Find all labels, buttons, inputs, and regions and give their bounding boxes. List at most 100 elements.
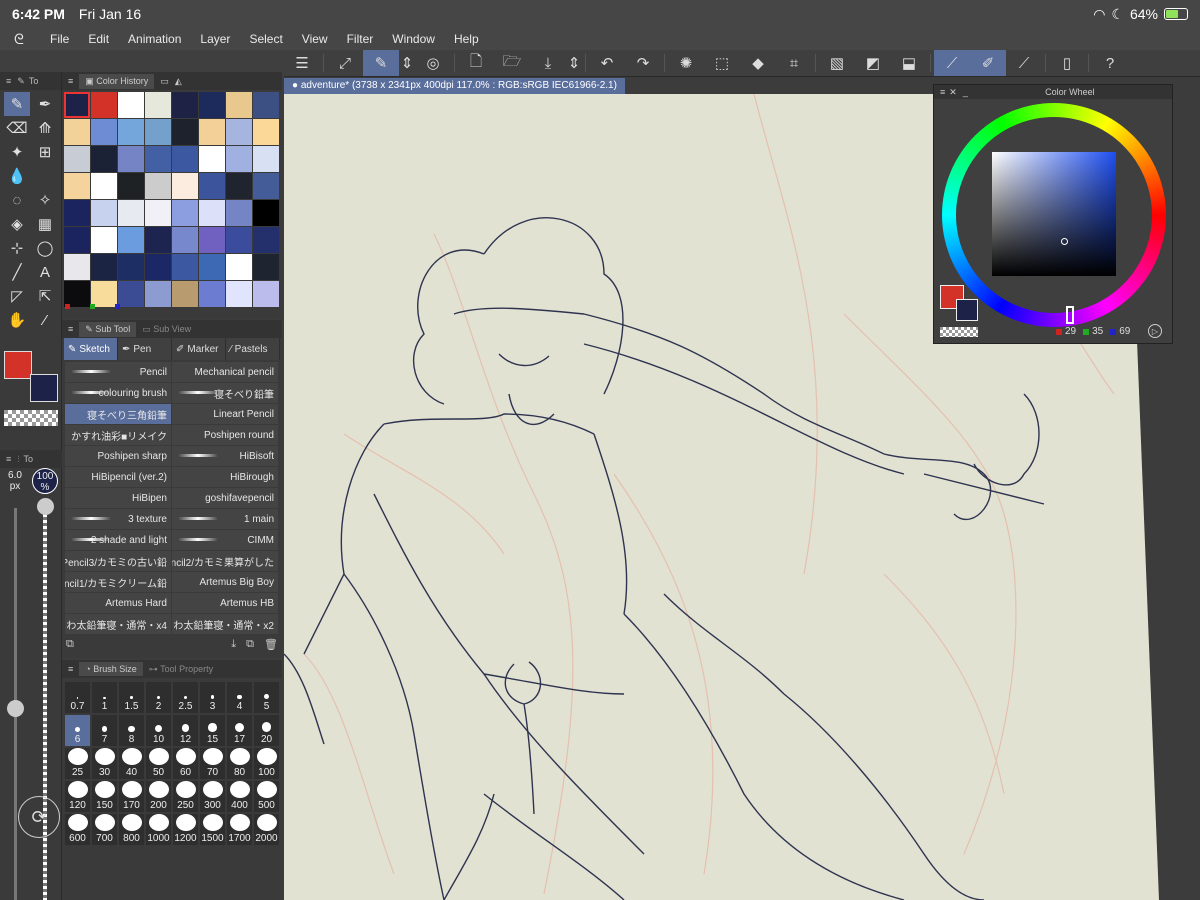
color-swatch[interactable] [226, 227, 252, 253]
line-tool-icon[interactable]: ╱ [4, 260, 30, 284]
magic-wand-icon[interactable]: ✧ [32, 188, 58, 212]
brush-item[interactable]: HiBisoft [172, 446, 278, 466]
tool-palette-tab[interactable]: ≡ ✎ To [0, 72, 61, 90]
color-swatch[interactable] [91, 200, 117, 226]
text-tool-icon[interactable]: A [32, 260, 58, 284]
color-swatch[interactable] [91, 227, 117, 253]
panel-menu-icon[interactable]: ≡ [940, 87, 945, 97]
color-swatch[interactable] [226, 173, 252, 199]
brush-size-option[interactable]: 2000 [254, 814, 279, 845]
color-swatch[interactable] [64, 227, 90, 253]
brush-size-option[interactable]: 600 [65, 814, 90, 845]
color-swatch[interactable] [91, 173, 117, 199]
brush-item[interactable]: かすれ油彩■リメイク [65, 425, 171, 445]
close-icon[interactable]: ✕ [949, 87, 957, 98]
color-swatch[interactable] [199, 200, 225, 226]
deselect-icon[interactable]: ▧ [819, 50, 855, 76]
brush-item[interactable]: よわ太鉛筆寝・通常・x2 [172, 614, 278, 634]
brush-size-option[interactable]: 60 [173, 748, 198, 779]
color-swatch[interactable] [253, 200, 279, 226]
brush-item[interactable]: Pencil2/カモミ果算がした [172, 551, 278, 571]
tab-brush-size[interactable]: ◔ Brush Size [79, 662, 143, 676]
brush-item[interactable]: Artemus Big Boy [172, 572, 278, 592]
download-icon[interactable]: ⤓ [231, 638, 236, 654]
sparkle-tool-icon[interactable]: ✦ [4, 140, 30, 164]
operation-tool-icon[interactable]: ⇱ [32, 284, 58, 308]
tab-sub-view[interactable]: ▭ Sub View [142, 324, 191, 335]
brush-size-option[interactable]: 2.5 [173, 682, 198, 713]
menu-file[interactable]: File [50, 32, 69, 46]
up-down-icon[interactable]: ⇕ [399, 50, 415, 76]
new-file-icon[interactable]: 🗋 [458, 50, 494, 76]
brush-size-readout[interactable]: 6.0 px [2, 470, 28, 492]
brush-size-option[interactable]: 150 [92, 781, 117, 812]
loading-icon[interactable]: ✺ [668, 50, 704, 76]
color-swatch[interactable] [145, 146, 171, 172]
panel-menu-icon[interactable]: ≡ [68, 324, 73, 334]
color-swatch[interactable] [226, 92, 252, 118]
color-swatch[interactable] [64, 254, 90, 280]
edge-keyboard-icon[interactable]: ⟳ [18, 796, 60, 838]
brush-size-option[interactable]: 1000 [146, 814, 171, 845]
brush-item[interactable]: Poshipen round [172, 425, 278, 445]
color-swatch[interactable] [64, 146, 90, 172]
brush-size-option[interactable]: 15 [200, 715, 225, 746]
menu-edit[interactable]: Edit [88, 32, 109, 46]
grid-tool-icon[interactable]: ⊞ [32, 140, 58, 164]
color-swatch[interactable] [226, 146, 252, 172]
color-swatch[interactable] [226, 200, 252, 226]
intermediate-color-tab-icon[interactable]: ◭ [175, 76, 182, 87]
up-down-icon[interactable]: ⇕ [566, 50, 582, 76]
brush-size-option[interactable]: 400 [227, 781, 252, 812]
brush-size-option[interactable]: 5 [254, 682, 279, 713]
brush-size-option[interactable]: 25 [65, 748, 90, 779]
clear-selection-icon[interactable]: ⬚ [704, 50, 740, 76]
color-swatch[interactable] [145, 92, 171, 118]
sv-picker-cursor[interactable] [1061, 238, 1068, 245]
color-swatch[interactable] [118, 173, 144, 199]
color-swatch[interactable] [253, 146, 279, 172]
brush-size-option[interactable]: 6 [65, 715, 90, 746]
tab-marker[interactable]: ✐ Marker [172, 338, 226, 360]
hamburger-menu-icon[interactable]: ☰ [284, 50, 320, 76]
color-swatch[interactable] [91, 119, 117, 145]
brush-size-option[interactable]: 1700 [227, 814, 252, 845]
color-swatch[interactable] [199, 173, 225, 199]
color-swatch[interactable] [118, 92, 144, 118]
stabilizer-icon[interactable]: ⟋ [934, 50, 970, 76]
color-swatch[interactable] [91, 146, 117, 172]
brush-size-option[interactable]: 7 [92, 715, 117, 746]
menu-help[interactable]: Help [454, 32, 479, 46]
brush-size-option[interactable]: 50 [146, 748, 171, 779]
panel-menu-icon[interactable]: ≡ [68, 664, 73, 674]
color-swatch[interactable] [172, 146, 198, 172]
undo-icon[interactable]: ↶ [589, 50, 625, 76]
color-swatch[interactable] [253, 254, 279, 280]
brush-item[interactable]: Pencil [65, 362, 171, 382]
ruler-tool-icon[interactable]: ◸ [4, 284, 30, 308]
trash-icon[interactable]: 🗑 [264, 638, 278, 654]
brush-size-option[interactable]: 40 [119, 748, 144, 779]
color-set-tab-icon[interactable]: ▭ [160, 76, 169, 87]
brush-item[interactable]: Artemus Hard [65, 593, 171, 613]
color-swatch[interactable] [226, 119, 252, 145]
color-swatch[interactable] [118, 146, 144, 172]
smartphone-icon[interactable]: ▯ [1049, 50, 1085, 76]
color-swatch[interactable] [253, 119, 279, 145]
pencil-tool-icon[interactable]: ✎ [4, 92, 30, 116]
menu-filter[interactable]: Filter [347, 32, 374, 46]
drops-tool-icon[interactable]: 💧 [4, 164, 30, 188]
brush-item[interactable]: 寝そべり三角鉛筆 [65, 404, 171, 424]
brush-size-option[interactable]: 800 [119, 814, 144, 845]
expand-icon[interactable]: ▷ [1148, 324, 1162, 338]
brush-size-option[interactable]: 0.7 [65, 682, 90, 713]
brush-item[interactable]: Poshipen sharp [65, 446, 171, 466]
invert-selection-icon[interactable]: ◩ [855, 50, 891, 76]
brush-item[interactable]: goshifavepencil [172, 488, 278, 508]
brush-item[interactable]: Pencil3/カモミの古い鉛 [65, 551, 171, 571]
duplicate-icon[interactable]: ⧉ [246, 638, 254, 654]
brush-item[interactable]: Lineart Pencil [172, 404, 278, 424]
color-swatch[interactable] [145, 281, 171, 307]
tab-sub-tool[interactable]: ✎ Sub Tool [79, 321, 137, 337]
brush-size-option[interactable]: 12 [173, 715, 198, 746]
